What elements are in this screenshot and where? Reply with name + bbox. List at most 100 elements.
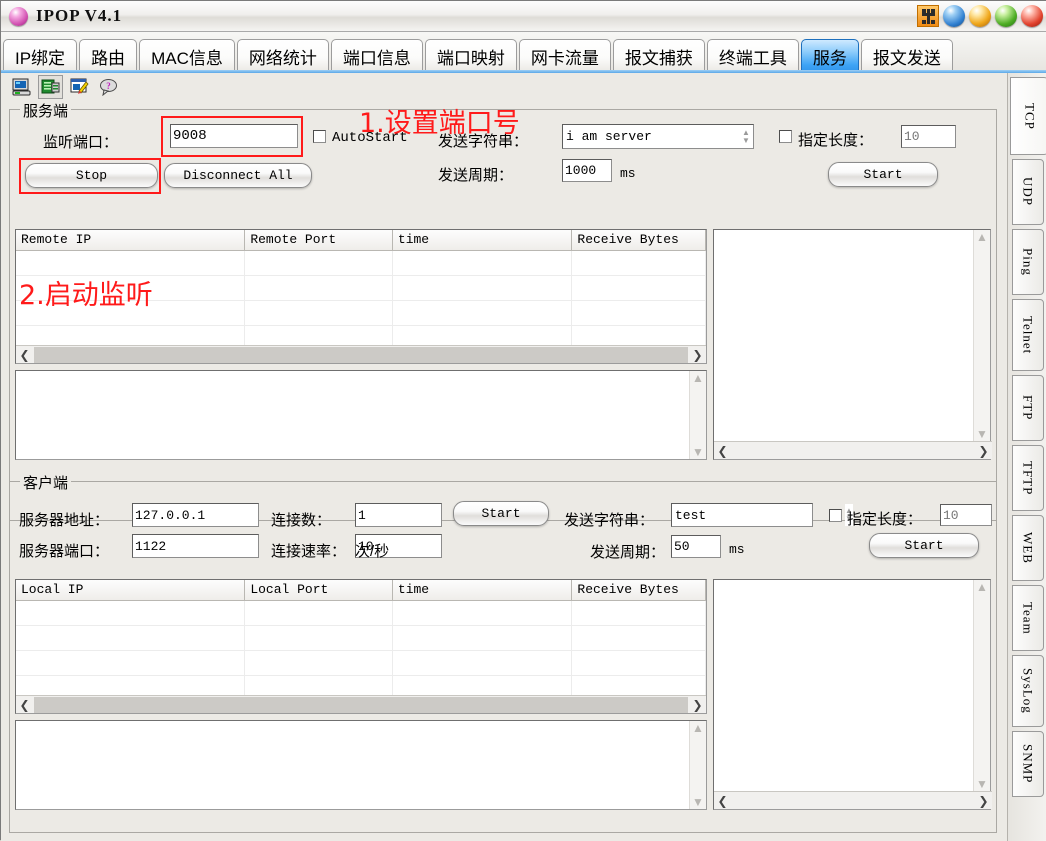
main-tab-7[interactable]: 报文捕获 xyxy=(612,39,705,73)
disconnect-all-button[interactable]: Disconnect All xyxy=(164,163,312,188)
table-row[interactable] xyxy=(16,626,706,651)
main-tab-9[interactable]: 服务 xyxy=(800,39,859,73)
scroll-up-icon[interactable]: ▲ xyxy=(976,581,988,593)
server-stop-button[interactable]: Stop xyxy=(25,163,158,188)
scroll-down-icon[interactable]: ▼ xyxy=(692,446,704,458)
client-send-string-input[interactable] xyxy=(672,506,845,524)
hscroll-thumb[interactable] xyxy=(732,442,974,459)
main-tab-8[interactable]: 终端工具 xyxy=(706,39,799,73)
protocol-tab-snmp[interactable]: SNMP xyxy=(1011,731,1044,797)
table-row[interactable] xyxy=(16,651,706,676)
client-table-body[interactable] xyxy=(16,601,706,701)
main-tab-3[interactable]: 网络统计 xyxy=(236,39,329,73)
protocol-tab-udp[interactable]: UDP xyxy=(1011,159,1044,225)
protocol-tab-telnet[interactable]: Telnet xyxy=(1011,299,1044,371)
table-row[interactable] xyxy=(16,601,706,626)
scroll-right-icon[interactable]: ❯ xyxy=(975,792,992,810)
protocol-tab-web[interactable]: WEB xyxy=(1011,515,1044,581)
maximize-orb[interactable] xyxy=(969,5,991,27)
scroll-right-icon[interactable]: ❯ xyxy=(689,346,706,364)
server-table-hscrollbar[interactable]: ❮ ❯ xyxy=(16,345,706,363)
scroll-right-icon[interactable]: ❯ xyxy=(975,442,992,460)
hscroll-thumb[interactable] xyxy=(34,346,688,363)
scroll-up-icon[interactable]: ▲ xyxy=(976,231,988,243)
server-log-textarea[interactable]: ▲ ▼ xyxy=(15,370,707,460)
table-cell xyxy=(16,251,246,275)
client-connections-table[interactable]: Local IP Local Port time Receive Bytes ❮ ❯ xyxy=(15,579,707,714)
protocol-tab-label: TFTP xyxy=(1020,460,1036,496)
server-column-header[interactable]: time xyxy=(392,230,573,250)
protocol-tab-tftp[interactable]: TFTP xyxy=(1011,445,1044,511)
server-list-icon[interactable] xyxy=(38,75,63,99)
protocol-tab-ftp[interactable]: FTP xyxy=(1011,375,1044,441)
close-orb[interactable] xyxy=(1021,5,1043,27)
scroll-left-icon[interactable]: ❮ xyxy=(16,696,33,714)
server-send-string-spinner[interactable]: ▲ ▼ xyxy=(739,125,753,148)
client-column-header[interactable]: time xyxy=(392,580,573,600)
edit-window-icon[interactable] xyxy=(67,75,92,99)
client-receive-vscrollbar[interactable]: ▲ ▼ xyxy=(973,580,990,791)
client-column-header[interactable]: Local Port xyxy=(245,580,393,600)
table-cell xyxy=(572,651,706,675)
scroll-down-icon[interactable]: ▼ xyxy=(976,778,988,790)
computer-icon[interactable] xyxy=(9,75,34,99)
main-tab-6[interactable]: 网卡流量 xyxy=(518,39,611,73)
server-receive-hscrollbar[interactable]: ❮ ❯ xyxy=(714,441,992,459)
scroll-down-icon[interactable]: ▼ xyxy=(692,796,704,808)
client-receive-panel[interactable]: ▲ ▼ ❮ ❯ xyxy=(713,579,992,810)
client-receive-hscrollbar[interactable]: ❮ ❯ xyxy=(714,791,992,809)
main-tab-5[interactable]: 端口映射 xyxy=(424,39,517,73)
server-column-header[interactable]: Remote IP xyxy=(16,230,246,250)
scroll-left-icon[interactable]: ❮ xyxy=(714,792,731,810)
client-fixed-length-checkbox[interactable] xyxy=(829,509,842,522)
client-send-start-button[interactable]: Start xyxy=(869,533,979,558)
hscroll-thumb[interactable] xyxy=(34,696,688,713)
client-log-vscrollbar[interactable]: ▲ ▼ xyxy=(689,721,706,809)
help-balloon-icon[interactable]: ? xyxy=(96,75,121,99)
main-tab-4[interactable]: 端口信息 xyxy=(330,39,423,73)
scroll-left-icon[interactable]: ❮ xyxy=(714,442,731,460)
scroll-up-icon[interactable]: ▲ xyxy=(692,372,704,384)
server-column-header[interactable]: Receive Bytes xyxy=(572,230,706,250)
client-column-header[interactable]: Receive Bytes xyxy=(572,580,706,600)
protocol-tab-ping[interactable]: Ping xyxy=(1011,229,1044,295)
server-fixed-length-input[interactable] xyxy=(901,125,956,148)
server-log-vscrollbar[interactable]: ▲ ▼ xyxy=(689,371,706,459)
scroll-left-icon[interactable]: ❮ xyxy=(16,346,33,364)
client-fixed-length-input[interactable] xyxy=(940,504,992,526)
server-start-button[interactable]: Start xyxy=(828,162,938,187)
protocol-tab-syslog[interactable]: SysLog xyxy=(1011,655,1044,727)
connections-input[interactable] xyxy=(355,503,442,527)
hscroll-thumb[interactable] xyxy=(732,792,974,809)
server-address-label: 服务器地址： xyxy=(19,512,110,529)
server-address-input[interactable] xyxy=(132,503,259,527)
autostart-checkbox[interactable] xyxy=(313,130,326,143)
scroll-right-icon[interactable]: ❯ xyxy=(689,696,706,714)
server-send-period-input[interactable] xyxy=(562,159,612,182)
pin-button[interactable] xyxy=(917,5,939,27)
server-column-header[interactable]: Remote Port xyxy=(245,230,393,250)
client-column-header[interactable]: Local IP xyxy=(16,580,246,600)
client-send-period-input[interactable] xyxy=(671,535,721,558)
main-tab-0[interactable]: IP绑定 xyxy=(3,39,78,73)
server-receive-vscrollbar[interactable]: ▲ ▼ xyxy=(973,230,990,441)
main-tab-10[interactable]: 报文发送 xyxy=(860,39,953,73)
client-table-hscrollbar[interactable]: ❮ ❯ xyxy=(16,695,706,713)
scroll-up-icon[interactable]: ▲ xyxy=(692,722,704,734)
server-send-string-field[interactable]: ▲▼ xyxy=(562,124,754,149)
minimize-orb[interactable] xyxy=(943,5,965,27)
protocol-tab-team[interactable]: Team xyxy=(1011,585,1044,651)
protocol-tab-tcp[interactable]: TCP xyxy=(1010,77,1046,155)
server-receive-panel[interactable]: ▲ ▼ ❮ ❯ xyxy=(713,229,992,460)
server-port-input[interactable] xyxy=(132,534,259,558)
main-tab-2[interactable]: MAC信息 xyxy=(139,39,235,73)
restore-orb[interactable] xyxy=(995,5,1017,27)
client-log-textarea[interactable]: ▲ ▼ xyxy=(15,720,707,810)
server-send-string-input[interactable] xyxy=(563,128,739,145)
scroll-down-icon[interactable]: ▼ xyxy=(976,428,988,440)
client-send-string-field[interactable]: ▲▼ xyxy=(671,503,853,527)
main-tab-1[interactable]: 路由 xyxy=(79,39,138,73)
client-connect-start-button[interactable]: Start xyxy=(453,501,549,526)
listen-port-input[interactable] xyxy=(170,124,298,148)
server-fixed-length-checkbox[interactable] xyxy=(779,130,792,143)
